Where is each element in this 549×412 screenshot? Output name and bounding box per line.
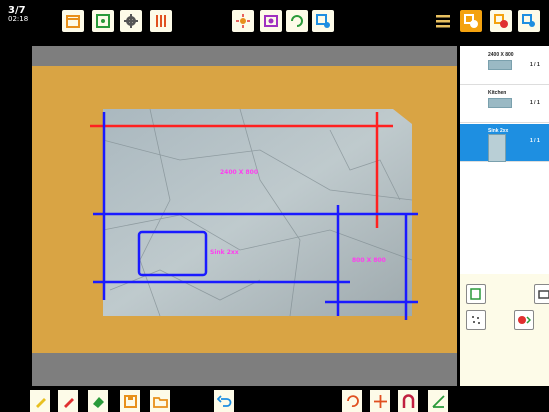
piece-thumbnail: [488, 98, 512, 108]
pattern-icon: [472, 316, 480, 324]
rotate-tool-button[interactable]: [342, 390, 362, 412]
piece-list: 2400 X 800 1 / 1 Kitchen 1 / 1 Sink 2xx …: [460, 46, 549, 274]
save-icon: [123, 394, 137, 408]
side-piece-label: 800 X 800: [352, 257, 386, 264]
piece-quantity: 1 / 1: [530, 138, 540, 144]
pencil-yellow-icon: [35, 397, 46, 408]
remove-piece-icon: [494, 14, 508, 28]
piece-thumbnail: [488, 60, 512, 70]
cutout-icon: [518, 316, 531, 324]
bottom-toolbar: [0, 386, 549, 412]
save-button[interactable]: [120, 390, 140, 412]
marble-slab: [103, 109, 412, 316]
piece-quantity: 1 / 1: [530, 100, 540, 106]
print-button[interactable]: [534, 284, 549, 304]
eraser-icon: [92, 396, 104, 408]
piece-thumbnail: [488, 134, 506, 162]
add-piece-button[interactable]: [460, 10, 482, 32]
magnet-button[interactable]: [398, 390, 418, 412]
print-icon: [538, 290, 549, 299]
piece-list-item[interactable]: Kitchen 1 / 1: [460, 86, 549, 123]
piece-name: Kitchen: [488, 90, 507, 96]
undo-button[interactable]: [214, 390, 234, 412]
add-piece-icon: [464, 14, 478, 28]
slab-canvas[interactable]: 2400 X 800 Sink 2xx 800 X 800: [0, 0, 460, 386]
folder-icon: [152, 396, 168, 408]
piece-button[interactable]: [518, 10, 540, 32]
app-frame: 3/7 02:18 2400 X 800 Sink 2xx 800 X 800 …: [0, 0, 549, 412]
move-icon: [373, 394, 387, 408]
folder-button[interactable]: [150, 390, 170, 412]
piece-name: 2400 X 800: [488, 52, 514, 58]
remove-piece-button[interactable]: [490, 10, 512, 32]
pencil-red-icon: [63, 397, 74, 408]
undo-icon: [216, 394, 231, 407]
piece-icon: [522, 14, 535, 27]
pencil-red-button[interactable]: [58, 390, 78, 412]
piece-add-icon: [470, 288, 481, 300]
pencil-yellow-button[interactable]: [30, 390, 50, 412]
angle-button[interactable]: [428, 390, 448, 412]
move-button[interactable]: [370, 390, 390, 412]
rotate-tool-icon: [346, 394, 359, 407]
piece-list-item[interactable]: 2400 X 800 1 / 1: [460, 48, 549, 85]
angle-icon: [431, 394, 445, 408]
piece-add-button[interactable]: [466, 284, 486, 304]
magnet-icon: [402, 393, 414, 408]
main-piece-label: 2400 X 800: [220, 169, 258, 176]
piece-quantity: 1 / 1: [530, 62, 540, 68]
cutout-button[interactable]: [514, 310, 534, 330]
sink-cutout-label: Sink 2xx: [210, 249, 239, 256]
eraser-button[interactable]: [88, 390, 108, 412]
pattern-button[interactable]: [466, 310, 486, 330]
piece-list-item-selected[interactable]: Sink 2xx 1 / 1: [460, 124, 549, 162]
